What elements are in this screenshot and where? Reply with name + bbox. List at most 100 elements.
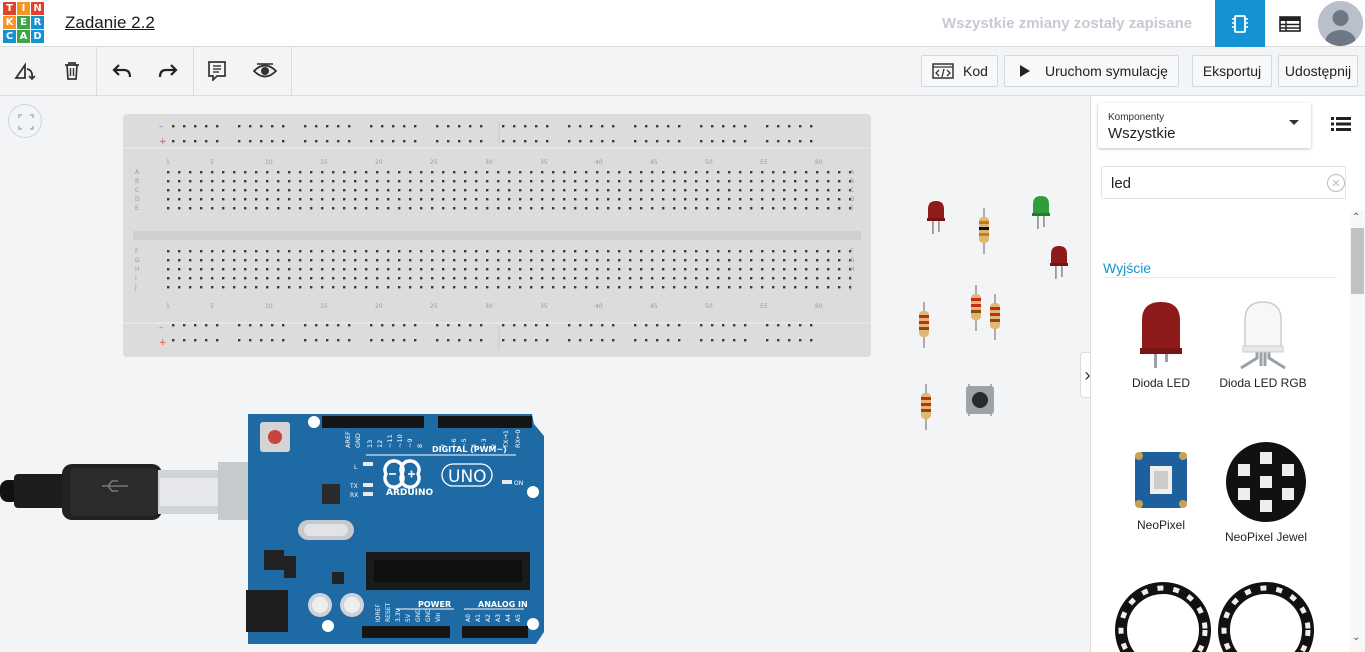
breadboard-hole[interactable] xyxy=(255,250,258,253)
breadboard-hole[interactable] xyxy=(381,324,384,327)
breadboard-hole[interactable] xyxy=(805,286,808,289)
breadboard-hole[interactable] xyxy=(200,198,203,201)
breadboard-hole[interactable] xyxy=(288,286,291,289)
breadboard-hole[interactable] xyxy=(651,198,654,201)
breadboard-hole[interactable] xyxy=(783,259,786,262)
breadboard-hole[interactable] xyxy=(739,207,742,210)
breadboard-hole[interactable] xyxy=(508,180,511,183)
breadboard-hole[interactable] xyxy=(442,268,445,271)
breadboard-hole[interactable] xyxy=(354,259,357,262)
breadboard-hole[interactable] xyxy=(585,198,588,201)
breadboard-hole[interactable] xyxy=(739,189,742,192)
breadboard-hole[interactable] xyxy=(574,250,577,253)
breadboard-hole[interactable] xyxy=(255,286,258,289)
breadboard-hole[interactable] xyxy=(475,207,478,210)
breadboard-hole[interactable] xyxy=(508,259,511,262)
breadboard-hole[interactable] xyxy=(310,259,313,262)
breadboard-hole[interactable] xyxy=(431,207,434,210)
breadboard-hole[interactable] xyxy=(222,277,225,280)
breadboard-hole[interactable] xyxy=(211,268,214,271)
breadboard-hole[interactable] xyxy=(475,189,478,192)
breadboard-hole[interactable] xyxy=(519,277,522,280)
breadboard-hole[interactable] xyxy=(502,324,505,327)
breadboard-hole[interactable] xyxy=(662,189,665,192)
breadboard-hole[interactable] xyxy=(827,198,830,201)
visibility-button[interactable] xyxy=(250,57,280,85)
breadboard-hole[interactable] xyxy=(475,268,478,271)
breadboard-hole[interactable] xyxy=(739,259,742,262)
user-avatar[interactable] xyxy=(1318,1,1363,46)
breadboard-hole[interactable] xyxy=(519,259,522,262)
breadboard-hole[interactable] xyxy=(486,268,489,271)
breadboard-hole[interactable] xyxy=(717,268,720,271)
component-neopixel-jewel[interactable]: NeoPixel Jewel xyxy=(1216,440,1316,544)
breadboard-hole[interactable] xyxy=(678,125,681,128)
breadboard-hole[interactable] xyxy=(524,324,527,327)
breadboard-hole[interactable] xyxy=(475,198,478,201)
breadboard-hole[interactable] xyxy=(348,339,351,342)
breadboard-hole[interactable] xyxy=(183,339,186,342)
breadboard-hole[interactable] xyxy=(651,277,654,280)
breadboard-hole[interactable] xyxy=(794,171,797,174)
breadboard-hole[interactable] xyxy=(502,140,505,143)
breadboard-hole[interactable] xyxy=(486,259,489,262)
breadboard-hole[interactable] xyxy=(706,250,709,253)
breadboard-hole[interactable] xyxy=(607,259,610,262)
breadboard-hole[interactable] xyxy=(596,189,599,192)
breadboard-hole[interactable] xyxy=(233,268,236,271)
breadboard-hole[interactable] xyxy=(772,277,775,280)
breadboard-hole[interactable] xyxy=(249,125,252,128)
breadboard-hole[interactable] xyxy=(365,268,368,271)
breadboard-hole[interactable] xyxy=(673,277,676,280)
breadboard-hole[interactable] xyxy=(513,339,516,342)
breadboard-hole[interactable] xyxy=(629,189,632,192)
breadboard-hole[interactable] xyxy=(497,171,500,174)
pushbutton[interactable] xyxy=(964,382,996,418)
breadboard-hole[interactable] xyxy=(178,198,181,201)
breadboard-hole[interactable] xyxy=(607,198,610,201)
share-button[interactable]: Udostępnij xyxy=(1278,55,1358,87)
breadboard-hole[interactable] xyxy=(629,250,632,253)
breadboard-hole[interactable] xyxy=(178,180,181,183)
breadboard-hole[interactable] xyxy=(662,250,665,253)
breadboard-hole[interactable] xyxy=(530,286,533,289)
breadboard-hole[interactable] xyxy=(277,277,280,280)
breadboard-hole[interactable] xyxy=(772,171,775,174)
breadboard-hole[interactable] xyxy=(783,250,786,253)
breadboard-hole[interactable] xyxy=(244,268,247,271)
breadboard-hole[interactable] xyxy=(662,277,665,280)
breadboard-hole[interactable] xyxy=(343,286,346,289)
breadboard-hole[interactable] xyxy=(656,125,659,128)
breadboard-hole[interactable] xyxy=(442,259,445,262)
breadboard-hole[interactable] xyxy=(535,125,538,128)
breadboard-hole[interactable] xyxy=(777,125,780,128)
breadboard-hole[interactable] xyxy=(684,268,687,271)
breadboard-hole[interactable] xyxy=(475,286,478,289)
breadboard-hole[interactable] xyxy=(563,180,566,183)
breadboard-hole[interactable] xyxy=(728,189,731,192)
breadboard-hole[interactable] xyxy=(343,171,346,174)
breadboard-hole[interactable] xyxy=(733,324,736,327)
breadboard-hole[interactable] xyxy=(222,198,225,201)
breadboard-hole[interactable] xyxy=(447,324,450,327)
breadboard-hole[interactable] xyxy=(442,171,445,174)
breadboard-hole[interactable] xyxy=(728,268,731,271)
breadboard-hole[interactable] xyxy=(805,259,808,262)
breadboard-hole[interactable] xyxy=(541,286,544,289)
breadboard-hole[interactable] xyxy=(783,286,786,289)
breadboard-hole[interactable] xyxy=(343,250,346,253)
breadboard-hole[interactable] xyxy=(838,277,841,280)
breadboard-hole[interactable] xyxy=(607,268,610,271)
breadboard-hole[interactable] xyxy=(530,250,533,253)
breadboard-hole[interactable] xyxy=(172,339,175,342)
redo-button[interactable] xyxy=(153,57,183,85)
breadboard-hole[interactable] xyxy=(277,171,280,174)
breadboard-hole[interactable] xyxy=(436,125,439,128)
breadboard-hole[interactable] xyxy=(733,339,736,342)
breadboard-hole[interactable] xyxy=(271,339,274,342)
breadboard-hole[interactable] xyxy=(590,324,593,327)
breadboard-hole[interactable] xyxy=(612,125,615,128)
breadboard-hole[interactable] xyxy=(453,250,456,253)
breadboard-hole[interactable] xyxy=(233,171,236,174)
breadboard-hole[interactable] xyxy=(838,198,841,201)
